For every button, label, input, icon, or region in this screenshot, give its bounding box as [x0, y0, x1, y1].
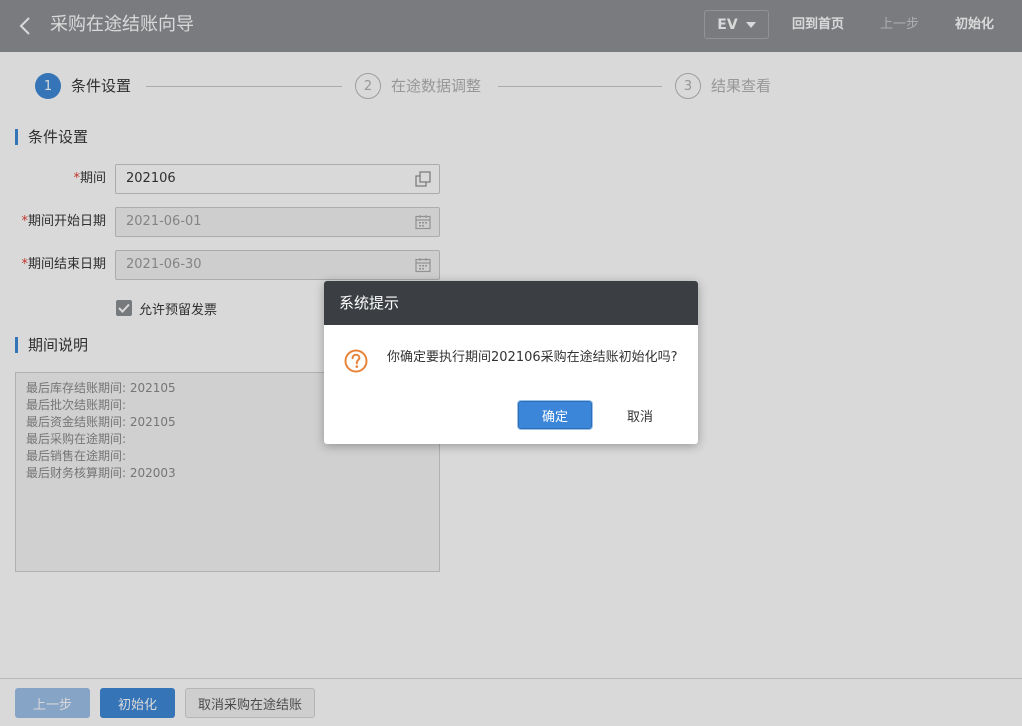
dialog-cancel-button[interactable]: 取消: [614, 401, 666, 429]
question-circle-icon: [344, 349, 368, 373]
system-prompt-dialog: 系统提示 你确定要执行期间202106采购在途结账初始化吗? 确定 取消: [324, 281, 698, 444]
dialog-message: 你确定要执行期间202106采购在途结账初始化吗?: [387, 350, 678, 365]
dialog-title: 系统提示: [324, 281, 698, 325]
confirm-button[interactable]: 确定: [518, 401, 592, 429]
